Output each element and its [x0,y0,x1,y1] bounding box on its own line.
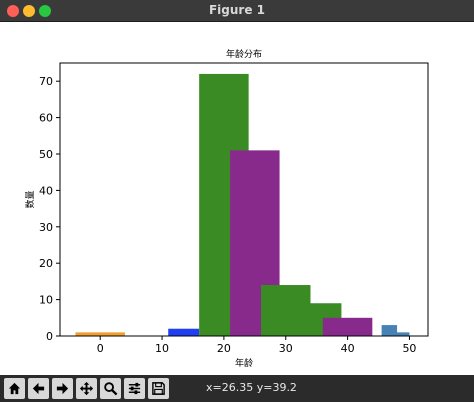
bar-8 [390,332,410,336]
x-tick-label-5: 50 [402,342,416,355]
zoom-magnifier-icon[interactable] [100,378,121,399]
y-tick-label-7: 70 [39,75,53,88]
bar-4 [261,285,311,336]
x-tick-label-0: 0 [97,342,104,355]
cursor-coordinates-readout: x=26.35 y=39.2 [206,381,297,394]
back-arrow-icon[interactable] [28,378,49,399]
y-tick-label-1: 10 [39,294,53,307]
y-tick-label-6: 60 [39,112,53,125]
chart-title: 年龄分布 [226,48,262,60]
figure-canvas[interactable]: 0 10 20 30 40 50 0 10 20 30 40 50 60 70 年龄分布年龄 数量 [0,22,474,375]
bar-0 [75,332,125,336]
bar-6 [322,317,373,336]
pan-move-icon[interactable] [76,378,97,399]
y-tick-label-2: 20 [39,257,53,270]
y-tick-label-0: 0 [46,330,53,343]
x-axis-label: 年龄 [235,357,253,369]
home-icon[interactable] [4,378,25,399]
x-tick-label-2: 20 [217,342,231,355]
y-axis-label: 数量 [24,190,36,208]
x-tick-label-4: 40 [341,342,355,355]
bar-1 [168,328,200,336]
y-tick-label-5: 50 [39,148,53,161]
y-tick-label-3: 30 [39,221,53,234]
configure-subplots-icon[interactable] [124,378,145,399]
x-tick-label-3: 30 [279,342,293,355]
y-tick-label-4: 40 [39,184,53,197]
histogram-chart: 0 10 20 30 40 50 0 10 20 30 40 50 60 70 年龄分布年龄 数量 [24,48,429,369]
x-tick-label-1: 10 [155,342,169,355]
window-title: Figure 1 [208,3,266,17]
navigation-toolbar: x=26.35 y=39.2 [0,375,474,402]
window-titlebar: Figure 1 [0,0,474,22]
save-disk-icon[interactable] [148,378,169,399]
forward-arrow-icon[interactable] [52,378,73,399]
